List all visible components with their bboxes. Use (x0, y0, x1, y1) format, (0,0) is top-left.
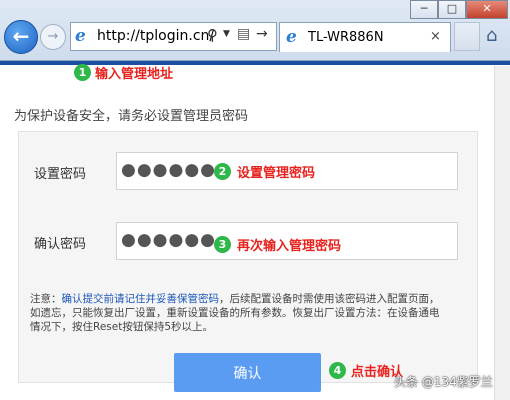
intro-text: 为保护设备安全，请务必设置管理员密码 (14, 109, 249, 124)
note-link: 确认提交前请记住并妥善保管密码 (61, 293, 220, 305)
minimize-button[interactable]: ─ (410, 0, 438, 19)
browser-tab[interactable]: e TL-WR886N × (279, 22, 451, 52)
step-number-badge: 4 (329, 362, 346, 379)
password-mask: ●●●●●● (121, 160, 217, 180)
annotation-text: 再次输入管理密码 (237, 239, 342, 254)
note-prefix: 注意： (30, 293, 62, 305)
refresh-icon[interactable]: → (256, 26, 268, 42)
password-label: 设置密码 (34, 167, 87, 182)
back-button[interactable]: ← (4, 20, 38, 54)
annotation-text: 输入管理地址 (95, 67, 174, 82)
chevron-down-icon[interactable]: ▼ (223, 29, 230, 39)
password-mask: ●●●●●● (121, 230, 217, 250)
tab-close-button[interactable]: × (430, 29, 441, 44)
vertical-scrollbar[interactable] (494, 66, 510, 400)
confirm-button[interactable]: 确认 (174, 353, 321, 392)
maximize-button[interactable]: □ (438, 0, 466, 19)
search-icon[interactable]: ⚲ (207, 26, 218, 44)
tab-title: TL-WR886N (308, 30, 384, 45)
annotation-step-2: 2 设置管理密码 (214, 162, 315, 181)
annotation-step-4: 4 点击确认 (329, 361, 403, 380)
confirm-password-label: 确认密码 (34, 237, 87, 252)
annotation-step-1: 1 输入管理地址 (74, 63, 173, 82)
new-tab-button[interactable] (454, 22, 480, 51)
home-icon[interactable]: ⌂ (486, 25, 497, 46)
compat-view-icon[interactable]: ▤ (237, 26, 250, 42)
annotation-step-3: 3 再次输入管理密码 (214, 235, 341, 254)
step-number-badge: 2 (214, 163, 231, 180)
window-controls: ─ □ ✕ (410, 0, 508, 19)
close-window-button[interactable]: ✕ (466, 0, 508, 19)
address-bar[interactable]: e http://tplogin.cn/ ⚲ ▼ ▤ → (70, 22, 277, 51)
browser-toolbar: ─ □ ✕ ← → e http://tplogin.cn/ ⚲ ▼ ▤ → e… (0, 0, 510, 61)
ie-icon: e (75, 26, 86, 46)
address-url[interactable]: http://tplogin.cn/ (97, 28, 214, 44)
step-number-badge: 3 (214, 236, 231, 253)
annotation-text: 设置管理密码 (237, 166, 316, 181)
ie-icon: e (286, 27, 297, 47)
forward-button[interactable]: → (40, 24, 66, 50)
password-note: 注意：确认提交前请记住并妥善保管密码，后续配置设备时需使用该密码进入配置页面，如… (30, 292, 440, 334)
watermark: 头条 @134紫罗兰 (394, 375, 493, 389)
step-number-badge: 1 (74, 64, 91, 81)
